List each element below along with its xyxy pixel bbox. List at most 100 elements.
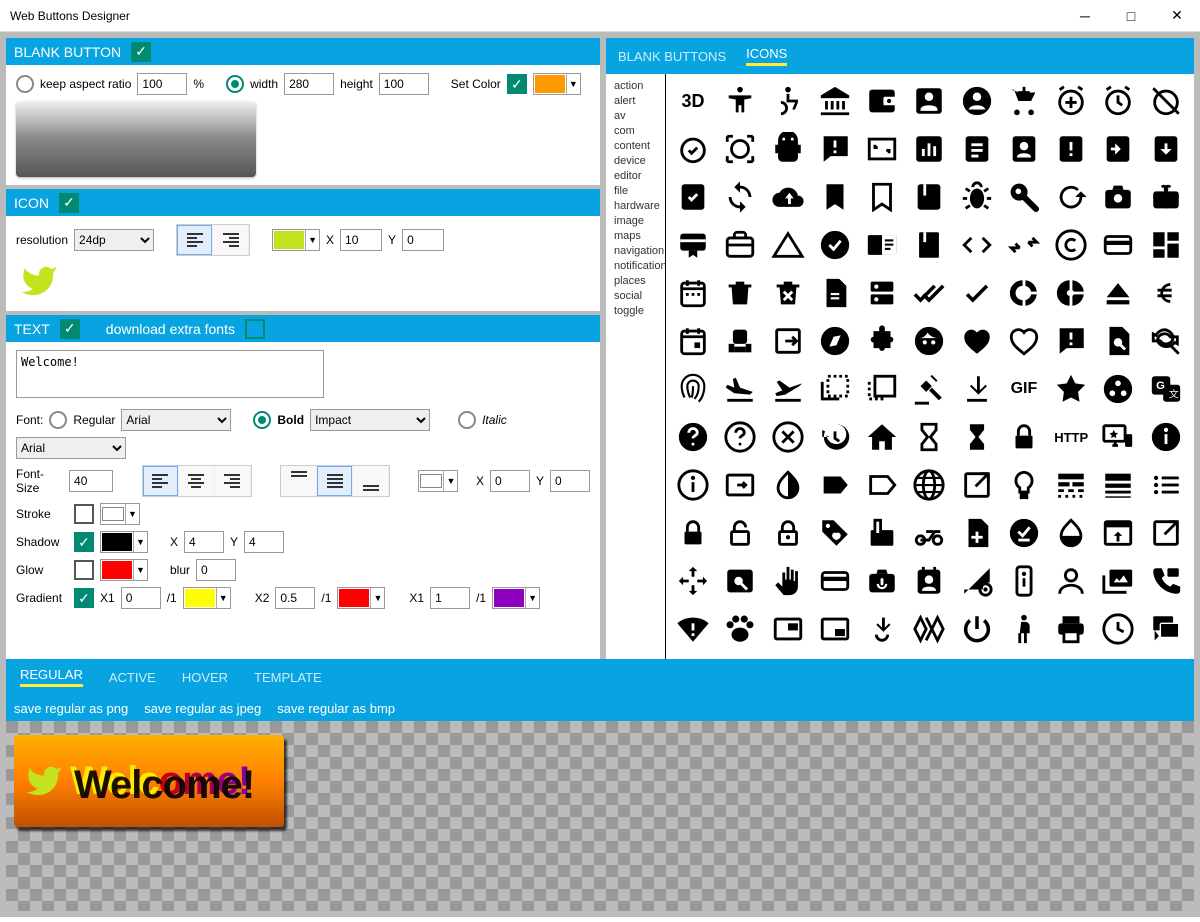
- cat-item[interactable]: av: [614, 110, 663, 122]
- tab-blank-buttons[interactable]: BLANK BUTTONS: [618, 49, 726, 64]
- invert-colors-icon[interactable]: [769, 466, 807, 504]
- tab-regular[interactable]: REGULAR: [20, 667, 83, 687]
- euro-symbol-icon[interactable]: [1147, 274, 1185, 312]
- perm-contact-calendar-icon[interactable]: [910, 562, 948, 600]
- favorite-icon[interactable]: [958, 322, 996, 360]
- query-builder-icon[interactable]: [1099, 610, 1137, 648]
- feedback-icon[interactable]: [1052, 322, 1090, 360]
- check-circle-icon[interactable]: [816, 226, 854, 264]
- shadow-checkbox[interactable]: ✓: [74, 532, 94, 552]
- shadow-color-picker[interactable]: ▼: [100, 531, 148, 553]
- copyright-icon[interactable]: [1052, 226, 1090, 264]
- account-balance-wallet-icon[interactable]: [863, 82, 901, 120]
- card-travel-icon[interactable]: [721, 226, 759, 264]
- play-for-work-icon[interactable]: [863, 610, 901, 648]
- gif-icon[interactable]: GIF: [1005, 370, 1043, 408]
- group-work-icon[interactable]: [1099, 370, 1137, 408]
- alarm-off-icon[interactable]: [1147, 82, 1185, 120]
- credit-card-icon[interactable]: [1099, 226, 1137, 264]
- set-color-checkbox[interactable]: ✓: [507, 74, 527, 94]
- highlight-off-icon[interactable]: [769, 418, 807, 456]
- autorenew-icon[interactable]: [721, 178, 759, 216]
- save-png-button[interactable]: save regular as png: [14, 701, 128, 716]
- lightbulb-icon[interactable]: [1005, 466, 1043, 504]
- text-input[interactable]: Welcome!: [16, 350, 324, 398]
- book-icon[interactable]: [910, 178, 948, 216]
- cat-item[interactable]: navigation: [614, 245, 663, 257]
- grad-x1-input[interactable]: [121, 587, 161, 609]
- bookmark-border-icon[interactable]: [863, 178, 901, 216]
- cat-item[interactable]: device: [614, 155, 663, 167]
- assignment-late-icon[interactable]: [1052, 130, 1090, 168]
- gavel-icon[interactable]: [910, 370, 948, 408]
- favorite-border-icon[interactable]: [1005, 322, 1043, 360]
- perm-device-info-icon[interactable]: [1005, 562, 1043, 600]
- chrome-reader-icon[interactable]: [863, 226, 901, 264]
- aspect-ratio-icon[interactable]: [863, 130, 901, 168]
- dashboard-icon[interactable]: [1147, 226, 1185, 264]
- flip-to-front-icon[interactable]: [863, 370, 901, 408]
- perm-data-setting-icon[interactable]: [958, 562, 996, 600]
- flight-land-icon[interactable]: [721, 370, 759, 408]
- assignment-return-icon[interactable]: [1099, 130, 1137, 168]
- note-add-icon[interactable]: [958, 514, 996, 552]
- shadow-x-input[interactable]: [184, 531, 224, 553]
- accessibility-icon[interactable]: [721, 82, 759, 120]
- width-height-radio[interactable]: [226, 75, 244, 93]
- find-replace-icon[interactable]: [1147, 322, 1185, 360]
- done-all-icon[interactable]: [910, 274, 948, 312]
- compare-arrows-icon[interactable]: [1005, 226, 1043, 264]
- line-weight-icon[interactable]: [1099, 466, 1137, 504]
- v-align-bottom[interactable]: [353, 466, 389, 496]
- alarm-icon[interactable]: [1099, 82, 1137, 120]
- bold-radio[interactable]: [253, 411, 271, 429]
- glow-color-picker[interactable]: ▼: [100, 559, 148, 581]
- cat-item[interactable]: com: [614, 125, 663, 137]
- account-circle-icon[interactable]: [958, 82, 996, 120]
- lock-open-icon[interactable]: [721, 514, 759, 552]
- cat-item[interactable]: content: [614, 140, 663, 152]
- perm-media-icon[interactable]: [1099, 562, 1137, 600]
- markunread-mailbox-icon[interactable]: [863, 514, 901, 552]
- keep-aspect-radio[interactable]: [16, 75, 34, 93]
- h-align-left[interactable]: [143, 466, 179, 496]
- bookmark-icon[interactable]: [816, 178, 854, 216]
- icon-align-left[interactable]: [177, 225, 213, 255]
- grad-c2-picker[interactable]: ▼: [337, 587, 385, 609]
- h-align-right[interactable]: [215, 466, 251, 496]
- resolution-select[interactable]: 24dp: [74, 229, 154, 251]
- event-icon[interactable]: [674, 322, 712, 360]
- cached-icon[interactable]: [1052, 178, 1090, 216]
- minimize-button[interactable]: ─: [1062, 0, 1108, 32]
- pregnant-woman-icon[interactable]: [1005, 610, 1043, 648]
- change-history-icon[interactable]: [769, 226, 807, 264]
- done-icon[interactable]: [958, 274, 996, 312]
- help-outline-icon[interactable]: [721, 418, 759, 456]
- cat-item[interactable]: alert: [614, 95, 663, 107]
- v-align-middle[interactable]: [317, 466, 353, 496]
- info-outline-icon[interactable]: [674, 466, 712, 504]
- assessment-icon[interactable]: [910, 130, 948, 168]
- stroke-checkbox[interactable]: [74, 504, 94, 524]
- language-icon[interactable]: [910, 466, 948, 504]
- delete-forever-icon[interactable]: [769, 274, 807, 312]
- grad-c1-picker[interactable]: ▼: [183, 587, 231, 609]
- extension-icon[interactable]: [863, 322, 901, 360]
- question-answer-icon[interactable]: [1147, 610, 1185, 648]
- picture-in-picture-alt-icon[interactable]: [816, 610, 854, 648]
- announcement-icon[interactable]: [816, 130, 854, 168]
- important-devices-icon[interactable]: [1099, 418, 1137, 456]
- all-out-icon[interactable]: [721, 130, 759, 168]
- tab-template[interactable]: TEMPLATE: [254, 670, 322, 685]
- open-with-icon[interactable]: [674, 562, 712, 600]
- pets-icon[interactable]: [721, 610, 759, 648]
- blank-enable-checkbox[interactable]: ✓: [131, 42, 151, 62]
- http-icon[interactable]: HTTP: [1052, 418, 1090, 456]
- lock-icon[interactable]: [674, 514, 712, 552]
- loyalty-icon[interactable]: [816, 514, 854, 552]
- blank-color-picker[interactable]: ▼: [533, 73, 581, 95]
- code-icon[interactable]: [958, 226, 996, 264]
- lock-outline-icon[interactable]: [769, 514, 807, 552]
- cat-item[interactable]: maps: [614, 230, 663, 242]
- pan-tool-icon[interactable]: [769, 562, 807, 600]
